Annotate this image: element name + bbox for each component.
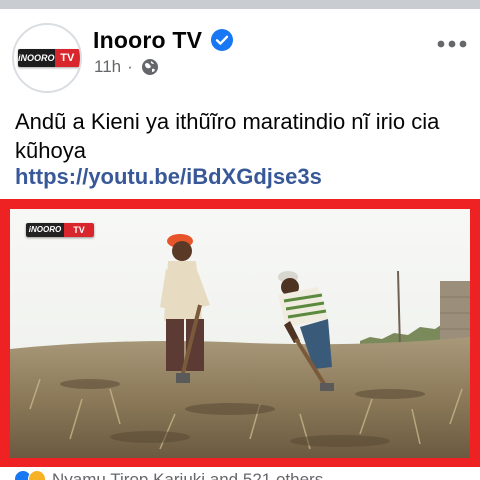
page-name[interactable]: Inooro TV [93,27,202,54]
post-link[interactable]: https://youtu.be/iBdXGdjse3s [15,164,322,190]
page-avatar[interactable]: iNOORO TV [12,23,82,93]
logo-text-right: TV [54,49,80,67]
post-timestamp[interactable]: 11h [94,57,121,77]
farm-scene-image [10,209,470,458]
video-thumbnail[interactable]: iNOORO TV [10,209,470,458]
watermark-text-left: iNOORO [26,223,64,237]
reactions-count-text: Nyamu Tirop Kariuki and 521 others [52,470,324,480]
verified-badge-icon [211,29,233,51]
globe-icon [141,59,158,75]
video-watermark: iNOORO TV [26,223,94,237]
top-divider [0,0,480,9]
inooro-logo: iNOORO TV [18,49,80,67]
video-preview-frame[interactable]: iNOORO TV [0,199,480,467]
watermark-text-right: TV [64,223,94,237]
post-text: Andũ a Kieni ya ithũĩro maratindio nĩ ir… [15,109,440,163]
more-options-icon[interactable] [436,39,468,49]
post-header: iNOORO TV Inooro TV 11h · [0,9,480,93]
haha-reaction-icon [28,470,46,480]
reactions-summary[interactable]: Nyamu Tirop Kariuki and 521 others [14,470,480,480]
logo-text-left: iNOORO [18,49,55,67]
meta-separator: · [127,57,133,76]
post-meta: 11h · [94,57,159,77]
